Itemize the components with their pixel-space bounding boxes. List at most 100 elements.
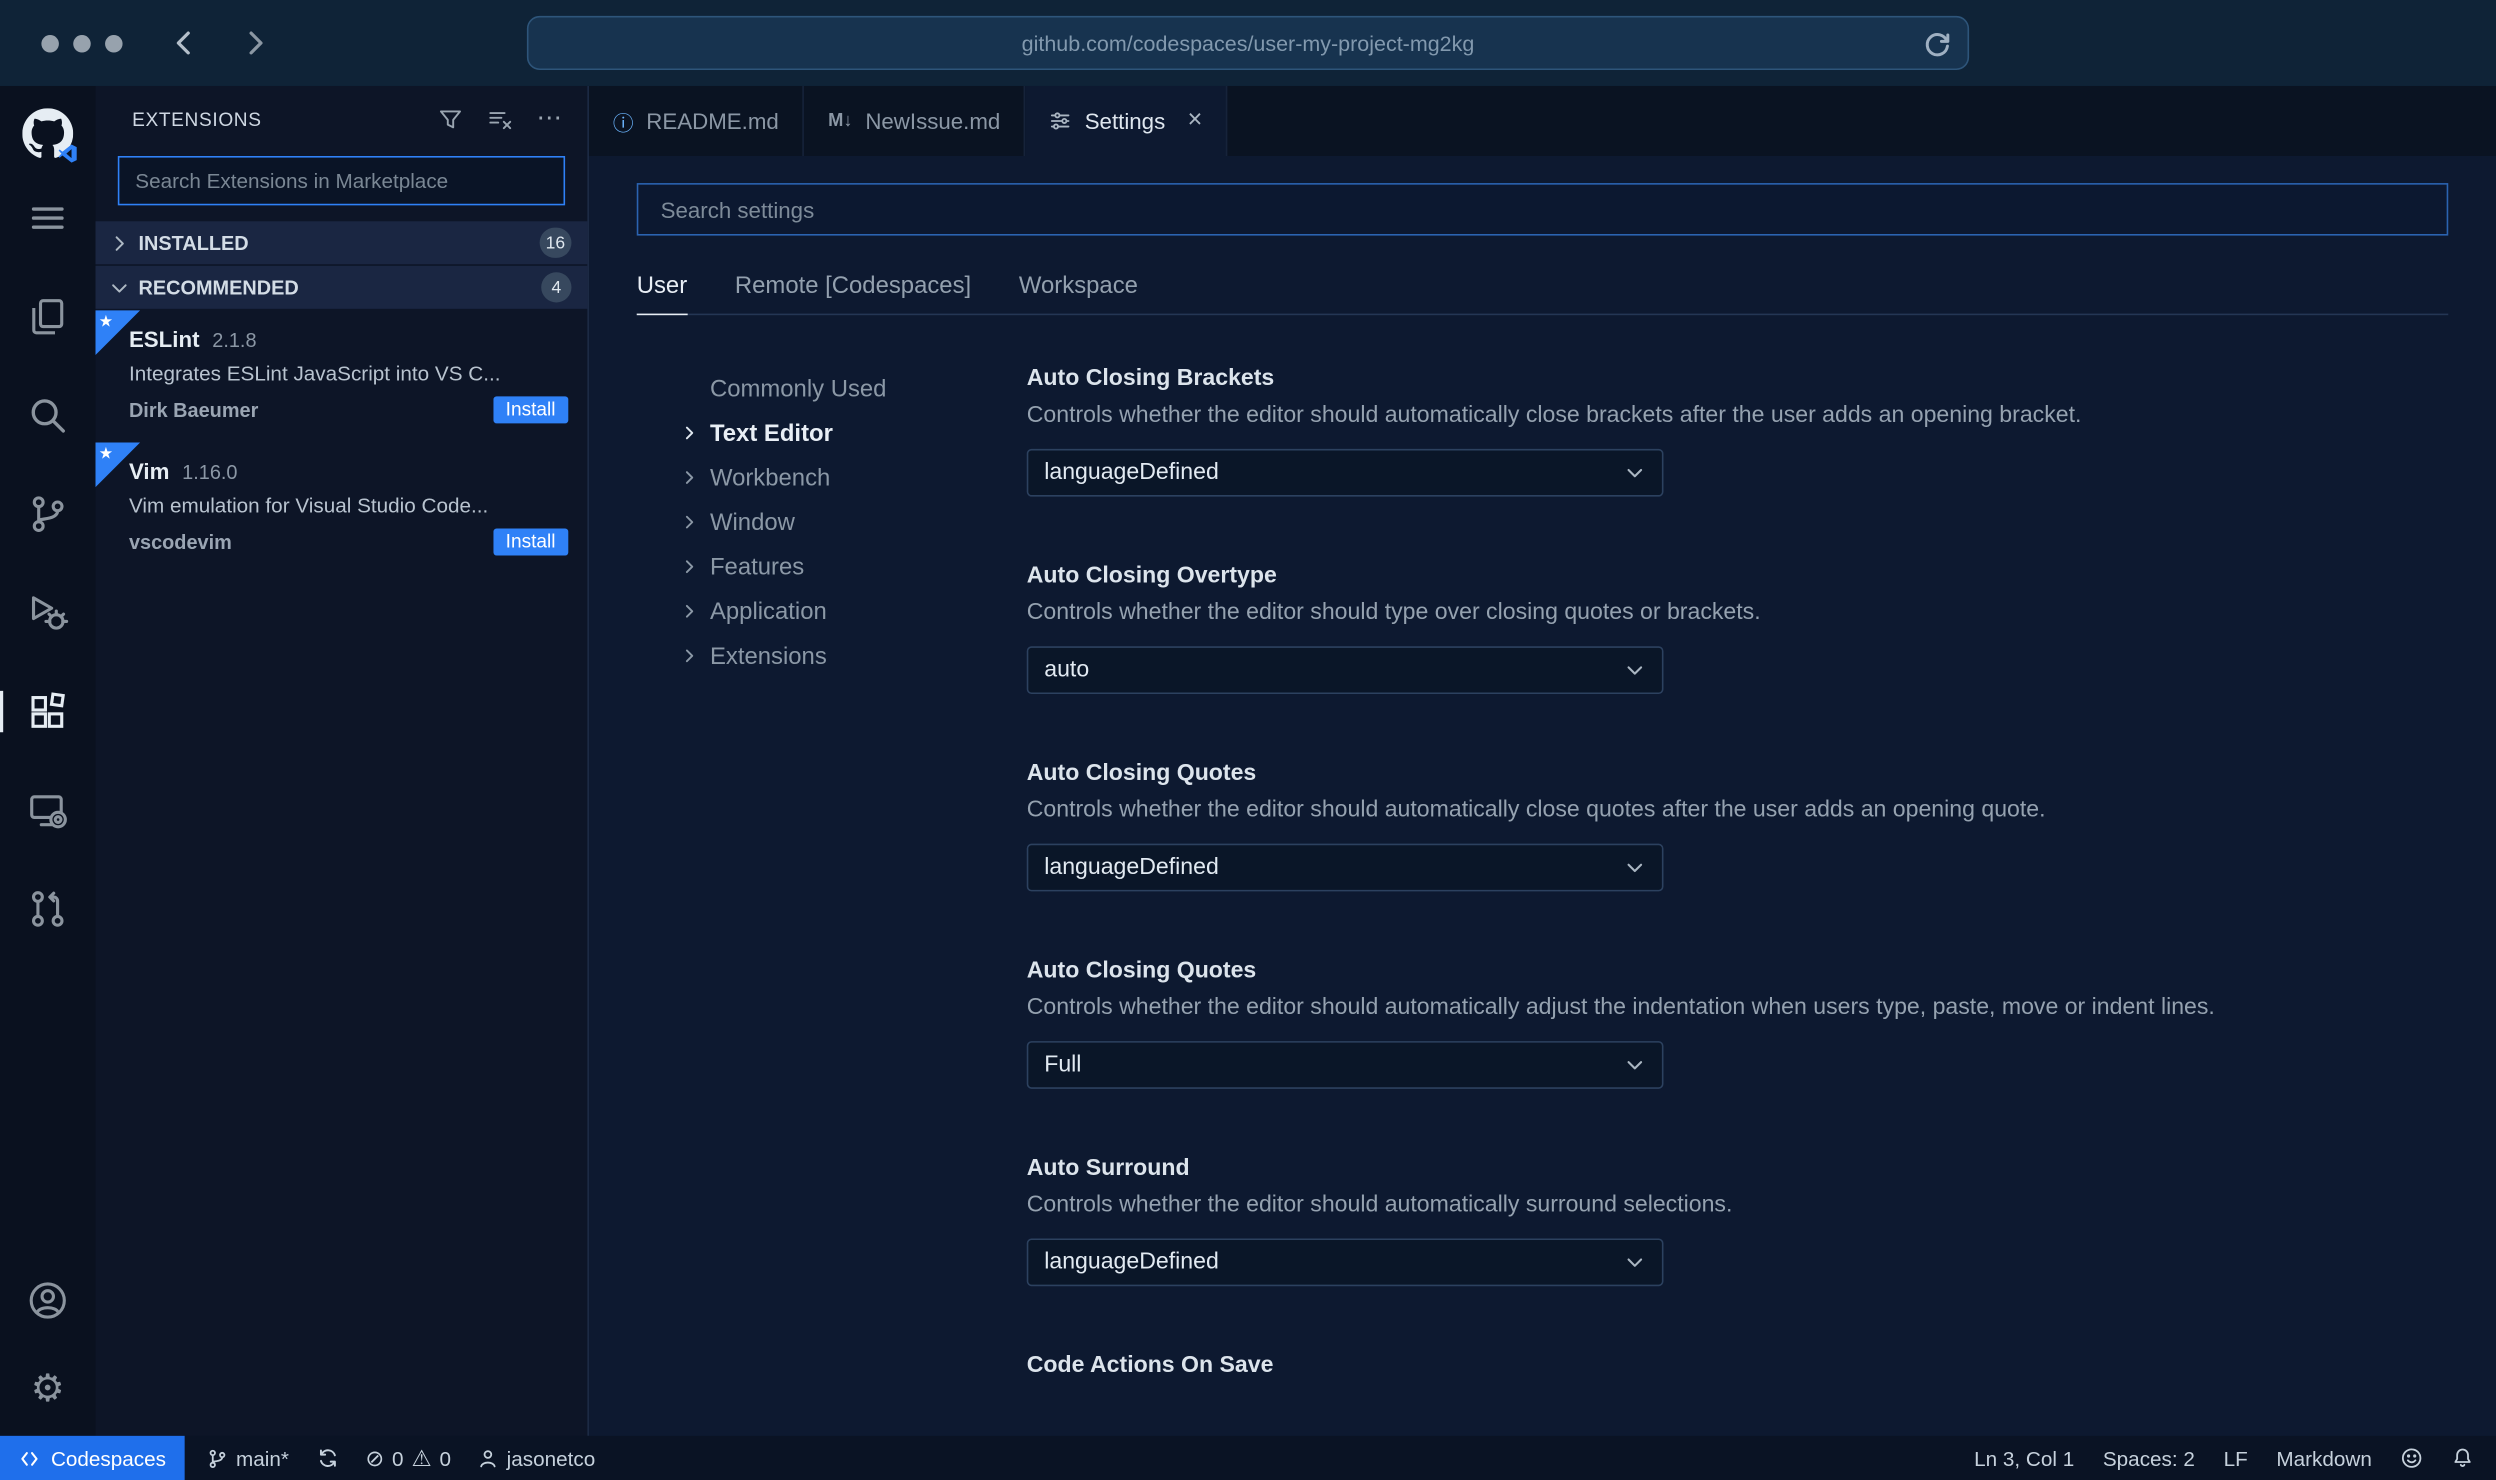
extensions-button[interactable] bbox=[0, 690, 96, 733]
github-codespaces-logo-icon bbox=[22, 108, 77, 163]
toc-features[interactable]: Features bbox=[680, 544, 1027, 589]
reload-icon[interactable] bbox=[1921, 29, 1953, 61]
sync-button[interactable] bbox=[316, 1447, 338, 1469]
git-branch-icon bbox=[27, 493, 68, 534]
editor-area: ⓘ README.md M↓ NewIssue.md Settings × Se… bbox=[588, 85, 2496, 1436]
install-button[interactable]: Install bbox=[492, 396, 569, 424]
vscode-badge-icon bbox=[57, 143, 78, 164]
scope-tab-workspace[interactable]: Workspace bbox=[1019, 272, 1138, 313]
menu-button[interactable] bbox=[0, 197, 96, 238]
setting-item: Auto Closing Overtype Controls whether t… bbox=[1026, 564, 2449, 695]
setting-dropdown[interactable]: languageDefined bbox=[1026, 448, 1664, 497]
setting-description: Controls whether the editor should autom… bbox=[1026, 1192, 1733, 1218]
filter-icon[interactable] bbox=[438, 107, 463, 132]
tab-newissue[interactable]: M↓ NewIssue.md bbox=[804, 85, 1026, 157]
status-bar: Codespaces main* ⊘ 0 ⚠ 0 jasonetco Ln 3,… bbox=[0, 1435, 2496, 1480]
toc-commonly-used[interactable]: Commonly Used bbox=[680, 366, 1027, 411]
setting-title: Code Actions On Save bbox=[1026, 1353, 1274, 1379]
toc-workbench[interactable]: Workbench bbox=[680, 455, 1027, 500]
files-icon bbox=[27, 296, 68, 337]
window-controls[interactable] bbox=[41, 34, 123, 52]
chevron-down-icon bbox=[1624, 462, 1646, 484]
codespaces-icon bbox=[19, 1448, 40, 1469]
address-bar[interactable]: github.com/codespaces/user-my-project-mg… bbox=[526, 15, 1970, 71]
clear-search-icon[interactable] bbox=[487, 107, 512, 132]
extension-author: Dirk Baeumer bbox=[128, 398, 259, 422]
section-label: INSTALLED bbox=[138, 231, 249, 254]
search-button[interactable] bbox=[0, 395, 96, 436]
toc-extensions[interactable]: Extensions bbox=[680, 634, 1027, 679]
extension-description: Integrates ESLint JavaScript into VS C..… bbox=[128, 361, 501, 386]
toc-application[interactable]: Application bbox=[680, 589, 1027, 634]
cursor-position[interactable]: Ln 3, Col 1 bbox=[1974, 1446, 2074, 1470]
chevron-right-icon bbox=[680, 468, 699, 487]
run-debug-button[interactable] bbox=[0, 592, 96, 633]
setting-dropdown[interactable]: auto bbox=[1026, 646, 1664, 695]
activity-bar: ⚙ bbox=[0, 85, 96, 1436]
window-dot-icon[interactable] bbox=[105, 34, 123, 52]
person-icon bbox=[478, 1448, 499, 1469]
install-button[interactable]: Install bbox=[492, 528, 569, 556]
close-icon[interactable]: × bbox=[1188, 107, 1203, 136]
forward-icon[interactable] bbox=[240, 29, 269, 58]
url-text: github.com/codespaces/user-my-project-mg… bbox=[1021, 31, 1475, 55]
setting-title: Auto Closing Quotes bbox=[1026, 760, 1257, 787]
more-actions-icon[interactable]: ⋯ bbox=[536, 106, 561, 132]
scope-tab-user[interactable]: User bbox=[636, 272, 688, 316]
extensions-search-input[interactable] bbox=[132, 167, 551, 195]
remote-explorer-button[interactable] bbox=[0, 790, 96, 831]
toc-text-editor[interactable]: Text Editor bbox=[680, 411, 1027, 456]
chevron-down-icon bbox=[1624, 1054, 1646, 1076]
extension-description: Vim emulation for Visual Studio Code... bbox=[128, 493, 489, 518]
extensions-icon bbox=[27, 691, 68, 732]
settings-list: Auto Closing Brackets Controls whether t… bbox=[1026, 366, 2449, 1436]
problems-indicator[interactable]: ⊘ 0 ⚠ 0 bbox=[365, 1446, 451, 1470]
section-recommended[interactable]: RECOMMENDED 4 bbox=[95, 265, 588, 309]
setting-title: Auto Closing Quotes bbox=[1026, 958, 1257, 984]
toc-window[interactable]: Window bbox=[680, 500, 1027, 545]
indentation[interactable]: Spaces: 2 bbox=[2103, 1446, 2195, 1470]
chevron-down-icon bbox=[1624, 856, 1646, 878]
notifications-bell-icon[interactable] bbox=[2451, 1447, 2473, 1469]
error-icon: ⊘ bbox=[365, 1445, 385, 1471]
github-pr-button[interactable] bbox=[0, 888, 96, 929]
user-indicator[interactable]: jasonetco bbox=[478, 1446, 595, 1470]
branch-indicator[interactable]: main* bbox=[207, 1446, 289, 1470]
chevron-down-icon bbox=[1624, 659, 1646, 681]
eol-indicator[interactable]: LF bbox=[2224, 1446, 2248, 1470]
section-installed[interactable]: INSTALLED 16 bbox=[95, 221, 588, 265]
setting-dropdown[interactable]: languageDefined bbox=[1026, 843, 1664, 892]
tab-label: README.md bbox=[646, 108, 779, 134]
setting-dropdown[interactable]: Full bbox=[1026, 1041, 1664, 1089]
settings-search-input[interactable] bbox=[657, 195, 2428, 224]
source-control-button[interactable] bbox=[0, 493, 96, 534]
settings-gear-button[interactable]: ⚙ bbox=[0, 1368, 96, 1410]
explorer-button[interactable] bbox=[0, 296, 96, 337]
extension-version: 2.1.8 bbox=[212, 329, 257, 352]
markdown-icon: M↓ bbox=[828, 111, 853, 131]
chevron-right-icon bbox=[680, 423, 699, 442]
language-mode[interactable]: Markdown bbox=[2276, 1446, 2371, 1470]
setting-item: Code Actions On Save bbox=[1027, 1353, 2449, 1378]
scope-tab-remote[interactable]: Remote [Codespaces] bbox=[735, 272, 971, 313]
back-icon[interactable] bbox=[170, 29, 199, 58]
sync-icon bbox=[316, 1447, 338, 1469]
chevron-right-icon bbox=[680, 557, 699, 576]
chevron-right-icon bbox=[680, 513, 699, 532]
account-button[interactable] bbox=[0, 1280, 96, 1321]
setting-dropdown[interactable]: languageDefined bbox=[1026, 1238, 1664, 1287]
section-label: RECOMMENDED bbox=[138, 276, 299, 299]
extension-author: vscodevim bbox=[128, 530, 232, 554]
extension-item-eslint[interactable]: ★ ESLint 2.1.8 Integrates ESLint JavaScr… bbox=[95, 310, 588, 442]
chevron-down-icon bbox=[1624, 1251, 1646, 1273]
count-badge: 4 bbox=[541, 272, 572, 303]
window-dot-icon[interactable] bbox=[73, 34, 91, 52]
window-dot-icon[interactable] bbox=[41, 34, 59, 52]
tab-readme[interactable]: ⓘ README.md bbox=[589, 85, 805, 157]
tab-settings[interactable]: Settings × bbox=[1025, 85, 1228, 157]
setting-item: Auto Closing Brackets Controls whether t… bbox=[1026, 366, 2449, 497]
workbench: ⚙ EXTENSIONS ⋯ INSTALLED 16 bbox=[0, 85, 2496, 1436]
extension-item-vim[interactable]: ★ Vim 1.16.0 Vim emulation for Visual St… bbox=[95, 442, 588, 575]
feedback-icon[interactable] bbox=[2400, 1447, 2422, 1469]
codespaces-remote-button[interactable]: Codespaces bbox=[0, 1435, 186, 1480]
